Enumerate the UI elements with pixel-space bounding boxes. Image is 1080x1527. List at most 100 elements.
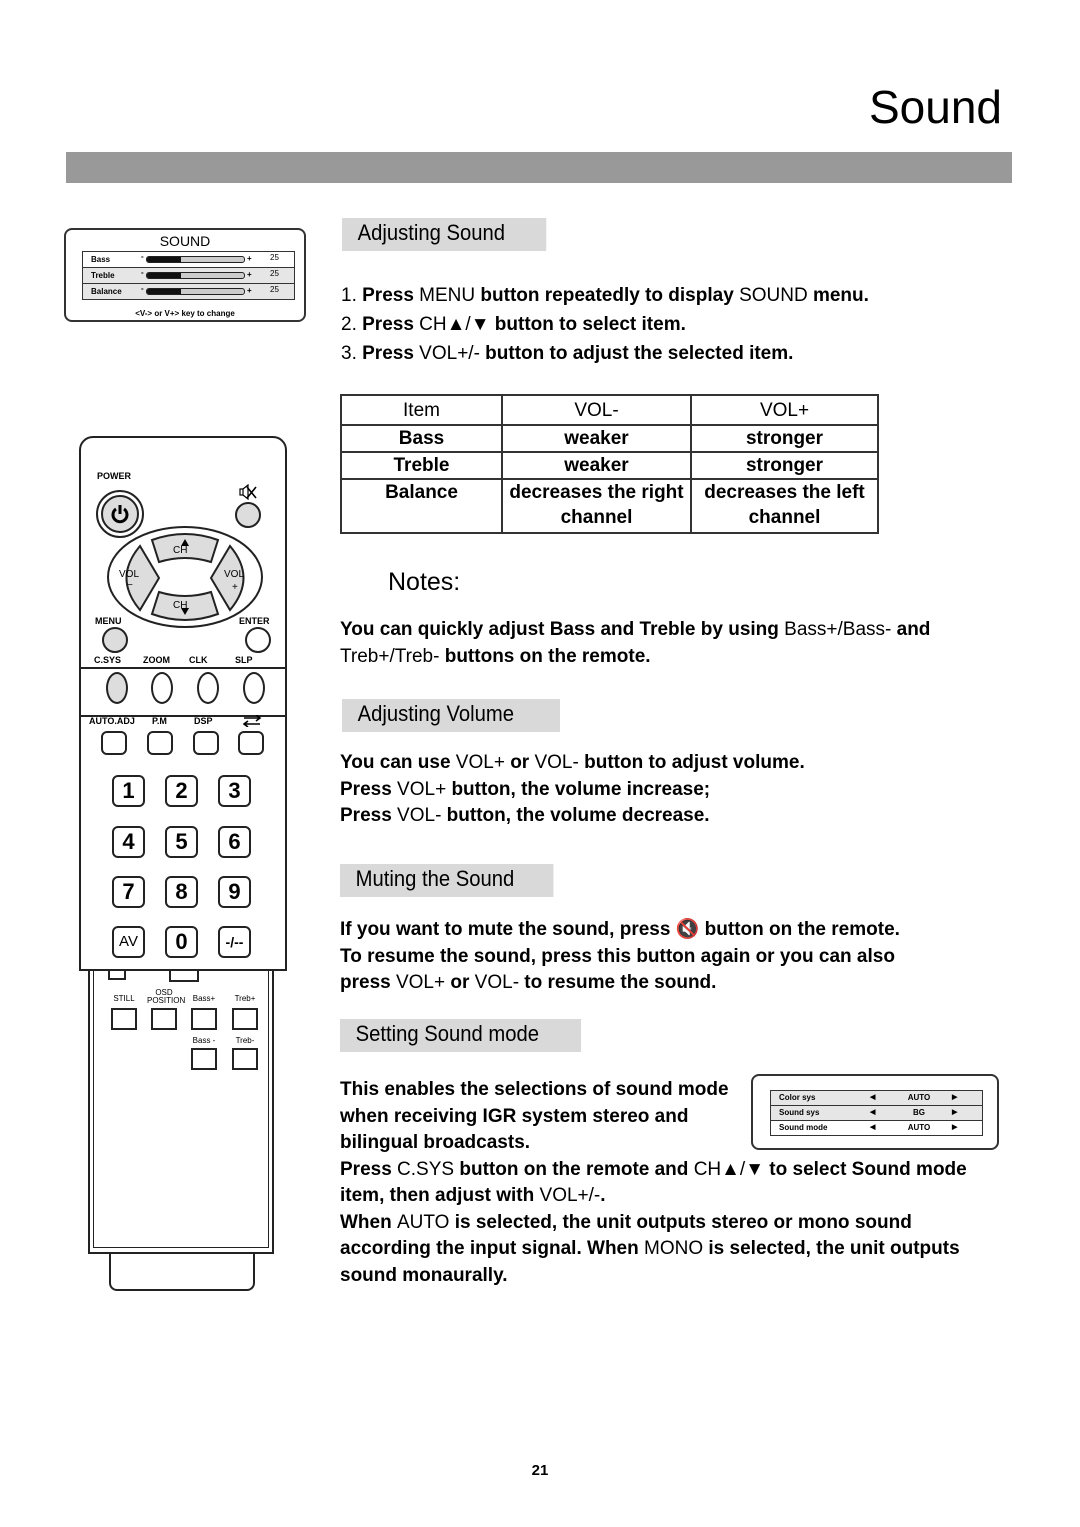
volume-line-part: button, the volume decrease. [441, 805, 710, 826]
osd2-row[interactable]: Color sys ◀ AUTO ▶ [771, 1091, 982, 1106]
table-cell: Balance [340, 478, 503, 534]
muting-line: To resume the sound, press this button a… [340, 944, 900, 971]
volume-line: Press VOL- button, the volume decrease. [340, 803, 805, 830]
row1-buttons [81, 672, 285, 706]
mode-line: When AUTO is selected, the unit outputs … [340, 1210, 967, 1237]
osd-level-bar[interactable] [146, 288, 245, 295]
number-button-1[interactable]: 1 [112, 775, 145, 807]
vol-minus-button[interactable]: VOL [119, 569, 139, 580]
notes-text-part: Bass+/Bass- [784, 619, 892, 640]
button-treb-minus[interactable] [232, 1048, 258, 1070]
muting-text: If you want to mute the sound, press 🔇 b… [340, 917, 900, 997]
swap-icon [242, 715, 262, 727]
muting-line-part: to resume the sound. [519, 972, 717, 993]
vol-plus-button[interactable]: VOL [224, 569, 244, 580]
number-button-8[interactable]: 8 [165, 876, 198, 908]
number-button-AV[interactable]: AV [112, 926, 145, 958]
osd-plus: + [247, 270, 252, 279]
power-icon [111, 505, 129, 524]
title-bar [66, 152, 1012, 183]
button-bass[interactable] [191, 1008, 217, 1030]
muting-line-part: If you want to mute the sound, press [340, 919, 676, 940]
button-slp[interactable] [243, 672, 265, 704]
mode-line: item, then adjust with VOL+/-. [340, 1183, 967, 1210]
row2-button-pm[interactable] [147, 731, 173, 755]
vol-minus-sign: − [127, 580, 133, 591]
osd-row-treble[interactable]: Treble - +25 [83, 268, 294, 284]
left-arrow-icon[interactable]: ◀ [870, 1093, 875, 1101]
step-number: 2. [341, 314, 363, 335]
osd2-row[interactable]: Sound mode ◀ AUTO ▶ [771, 1121, 982, 1135]
osd-level-bar[interactable] [146, 256, 245, 263]
mode-line-part: item, then adjust with [340, 1185, 540, 1206]
left-arrow-icon[interactable]: ◀ [870, 1123, 875, 1131]
osd-plus: + [247, 254, 252, 263]
remote-foot [109, 1254, 255, 1291]
number-button-9[interactable]: 9 [218, 876, 251, 908]
mode-line-part: . [600, 1185, 606, 1206]
button-csys[interactable] [106, 672, 128, 704]
osd2-row[interactable]: Sound sys ◀ BG ▶ [771, 1106, 982, 1121]
menu-button[interactable] [102, 627, 128, 653]
number-button-3[interactable]: 3 [218, 775, 251, 807]
number-button-5[interactable]: 5 [165, 826, 198, 858]
step-item: 1. Press MENU button repeatedly to displ… [341, 281, 869, 310]
right-arrow-icon[interactable]: ▶ [952, 1093, 957, 1101]
step-text: Press [362, 314, 420, 335]
ch-down-button[interactable]: CH [173, 600, 187, 611]
label-clk: CLK [189, 655, 208, 665]
osd-row-balance[interactable]: Balance - +25 [83, 284, 294, 299]
button-zoom[interactable] [151, 672, 173, 704]
remote-control: POWER CH CH VOL − VOL + MENU ENTER C.SYS… [79, 436, 287, 971]
label-osdposition: OSD POSITION [147, 988, 186, 1005]
button-bass-minus[interactable] [191, 1048, 217, 1070]
osd-level-bar[interactable] [146, 272, 245, 279]
button-treb[interactable] [232, 1008, 258, 1030]
osd-row-bass[interactable]: Bass - +25 [83, 252, 294, 268]
button-osdposition[interactable] [151, 1008, 177, 1030]
osd-minus: - [141, 268, 144, 277]
table-cell: weaker [501, 424, 692, 453]
table-header-cell: VOL- [501, 394, 692, 426]
muting-line-part: press [340, 972, 396, 993]
number-button-6[interactable]: 6 [218, 826, 251, 858]
label-zoom: ZOOM [143, 655, 170, 665]
number-button-4[interactable]: 4 [112, 826, 145, 858]
osd2-label: Sound mode [779, 1123, 828, 1132]
osd2-label: Color sys [779, 1093, 816, 1102]
muting-line: press VOL+ or VOL- to resume the sound. [340, 970, 900, 997]
mode-line: Press C.SYS button on the remote and CH▲… [340, 1157, 967, 1184]
enter-button[interactable] [245, 627, 271, 653]
vol-plus-sign: + [232, 582, 238, 593]
row2-buttons [81, 731, 285, 757]
number-button-0[interactable]: 0 [165, 926, 198, 958]
table-body: Bass weaker stronger Treble weaker stronger Ba… [340, 424, 879, 534]
right-arrow-icon[interactable]: ▶ [952, 1108, 957, 1116]
menu-label: MENU [95, 616, 122, 626]
number-button-7[interactable]: 7 [112, 876, 145, 908]
row2-button-swap[interactable] [238, 731, 264, 755]
right-arrow-icon[interactable]: ▶ [952, 1123, 957, 1131]
ch-up-button[interactable]: CH [173, 545, 187, 556]
left-arrow-icon[interactable]: ◀ [870, 1108, 875, 1116]
volume-line: Press VOL+ button, the volume increase; [340, 777, 805, 804]
table-header-cell: Item [340, 394, 503, 426]
volume-line-part: You can use [340, 752, 456, 773]
number-button-2[interactable]: 2 [165, 775, 198, 807]
row2-button-dsp[interactable] [193, 731, 219, 755]
button-still[interactable] [111, 1008, 137, 1030]
mode-line-part: when receiving IGR system stereo and [340, 1105, 689, 1127]
osd-value: 25 [270, 269, 279, 278]
step-text: CH▲/▼ [419, 314, 495, 335]
label-pm: P.M [152, 716, 167, 726]
mode-line: according the input signal. When MONO is… [340, 1236, 967, 1263]
step-item: 3. Press VOL+/- button to adjust the sel… [341, 339, 869, 368]
volume-line-part: button to adjust volume. [578, 752, 805, 773]
mode-line-part: CH▲/▼ [693, 1158, 765, 1180]
row2-button-autoadj[interactable] [101, 731, 127, 755]
step-text: menu. [812, 285, 869, 306]
volume-line-part: button, the volume increase; [446, 778, 711, 800]
button-clk[interactable] [197, 672, 219, 704]
mode-line-part: Press [340, 1158, 398, 1180]
number-button-dashdashdash[interactable]: -/-- [218, 926, 251, 958]
